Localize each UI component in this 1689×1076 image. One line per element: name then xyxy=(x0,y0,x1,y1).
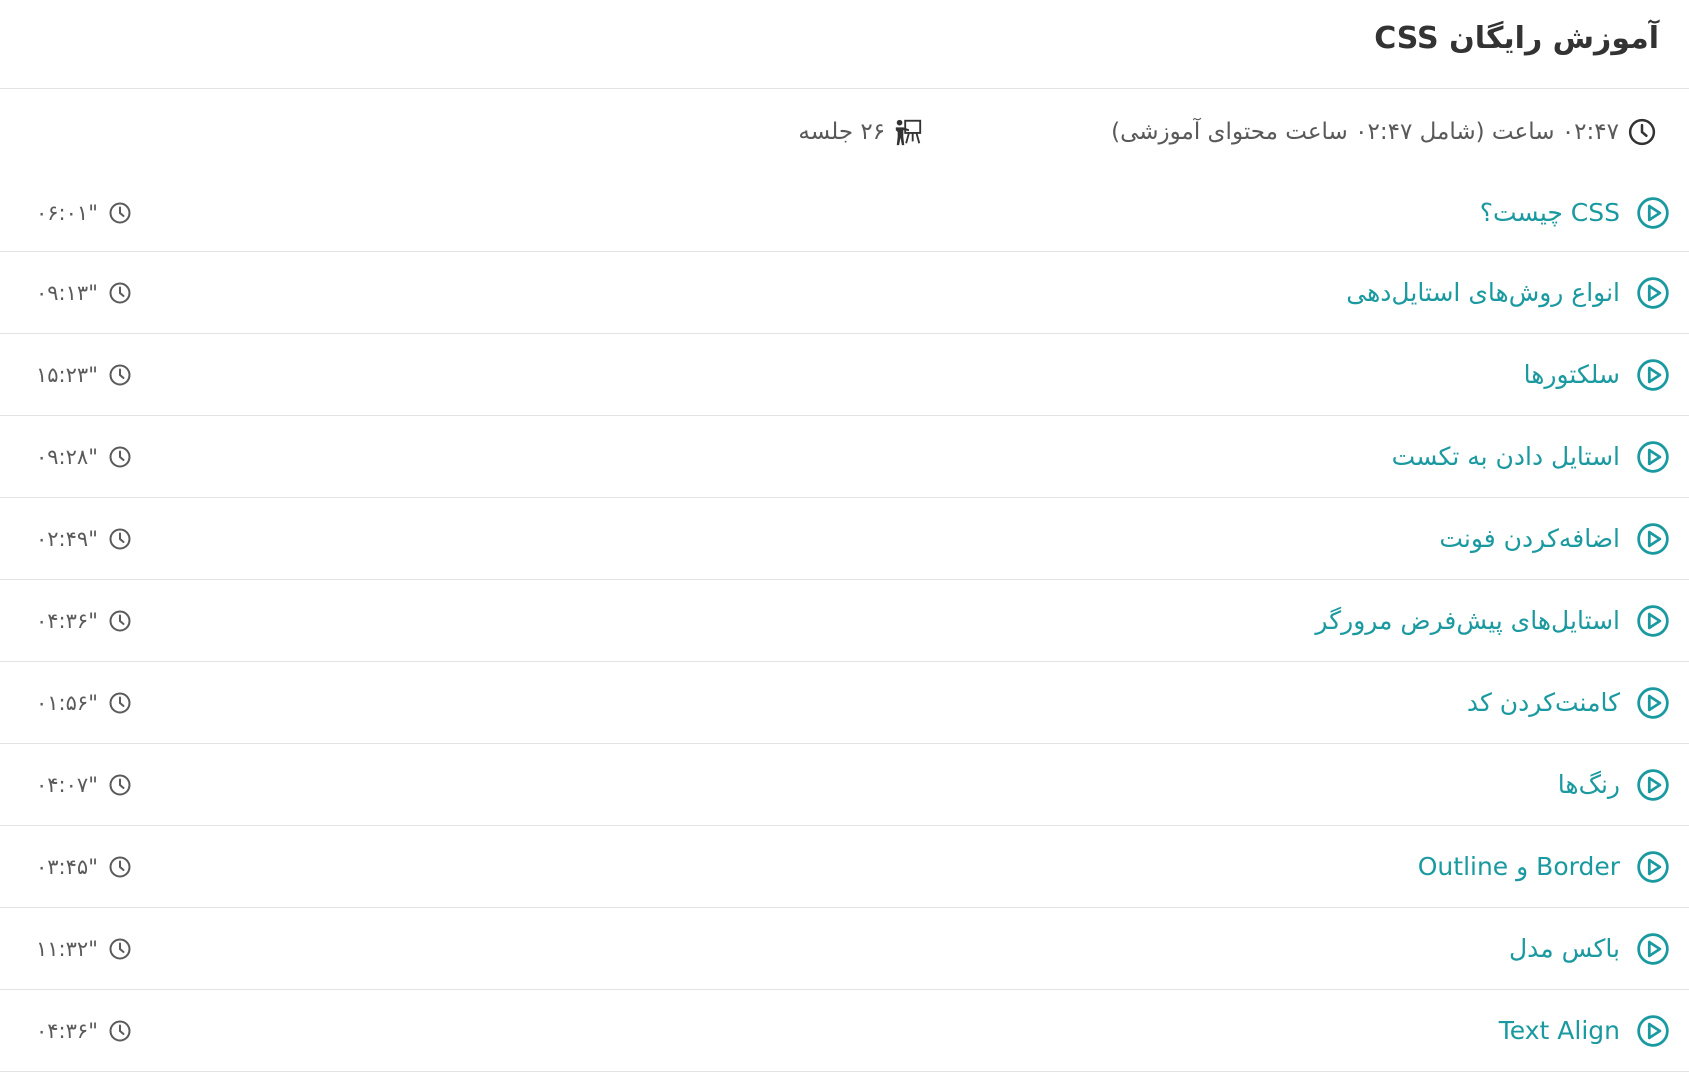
clock-icon xyxy=(108,937,132,961)
lesson-duration-text: ۰۶:۰۱" xyxy=(36,200,98,225)
lesson-item[interactable]: Border و Outline ۰۳:۴۵" xyxy=(0,826,1689,908)
lesson-duration: ۱۵:۲۳" xyxy=(36,363,132,387)
lesson-duration: ۱۱:۳۲" xyxy=(36,937,132,961)
clock-icon xyxy=(108,527,132,551)
lesson-title[interactable]: کامنت‌کردن کد xyxy=(1467,688,1620,717)
play-circle-icon[interactable] xyxy=(1636,768,1670,802)
lesson-item[interactable]: کامنت‌کردن کد ۰۱:۵۶" xyxy=(0,662,1689,744)
play-circle-icon[interactable] xyxy=(1636,686,1670,720)
lesson-title[interactable]: انواع روش‌های استایل‌دهی xyxy=(1346,278,1620,307)
lesson-title[interactable]: اضافه‌کردن فونت xyxy=(1439,524,1620,553)
lesson-duration-text: ۰۴:۳۶" xyxy=(36,608,98,633)
clock-icon xyxy=(108,363,132,387)
course-duration: ۰۲:۴۷ ساعت (شامل ۰۲:۴۷ ساعت محتوای آموزش… xyxy=(1111,117,1657,147)
lesson-item[interactable]: انواع روش‌های استایل‌دهی ۰۹:۱۳" xyxy=(0,252,1689,334)
lesson-item[interactable]: CSS چیست؟ ۰۶:۰۱" xyxy=(0,174,1689,252)
course-meta: ۰۲:۴۷ ساعت (شامل ۰۲:۴۷ ساعت محتوای آموزش… xyxy=(0,89,1689,174)
lesson-title[interactable]: رنگ‌ها xyxy=(1558,770,1620,799)
lesson-duration-text: ۰۴:۰۷" xyxy=(36,772,98,797)
lesson-duration: ۰۶:۰۱" xyxy=(36,201,132,225)
play-circle-icon[interactable] xyxy=(1636,932,1670,966)
clock-icon xyxy=(108,281,132,305)
play-circle-icon[interactable] xyxy=(1636,440,1670,474)
lesson-duration: ۰۱:۵۶" xyxy=(36,691,132,715)
clock-icon xyxy=(108,609,132,633)
lesson-duration: ۰۲:۴۹" xyxy=(36,527,132,551)
lesson-duration: ۰۹:۲۸" xyxy=(36,445,132,469)
lesson-duration-text: ۰۳:۴۵" xyxy=(36,854,98,879)
teacher-board-icon xyxy=(893,117,923,147)
play-circle-icon[interactable] xyxy=(1636,604,1670,638)
clock-icon xyxy=(108,201,132,225)
lesson-title[interactable]: استایل دادن به تکست xyxy=(1392,442,1620,471)
lesson-duration-text: ۱۱:۳۲" xyxy=(36,936,98,961)
play-circle-icon[interactable] xyxy=(1636,358,1670,392)
play-circle-icon[interactable] xyxy=(1636,1014,1670,1048)
lesson-duration-text: ۰۹:۲۸" xyxy=(36,444,98,469)
play-circle-icon[interactable] xyxy=(1636,276,1670,310)
clock-icon xyxy=(108,855,132,879)
lesson-duration-text: ۱۵:۲۳" xyxy=(36,362,98,387)
course-title: آموزش رایگان CSS xyxy=(1374,20,1659,56)
course-header: آموزش رایگان CSS xyxy=(0,0,1689,89)
lesson-title[interactable]: سلکتورها xyxy=(1524,360,1620,389)
course-curriculum: آموزش رایگان CSS ۰۲:۴۷ ساعت (شامل ۰۲:۴۷ … xyxy=(0,0,1689,1076)
lesson-duration: ۰۴:۰۷" xyxy=(36,773,132,797)
lesson-item[interactable]: باکس مدل ۱۱:۳۲" xyxy=(0,908,1689,990)
lesson-list: CSS چیست؟ ۰۶:۰۱" انواع روش‌های استایل‌ده… xyxy=(0,174,1689,1072)
lesson-duration-text: ۰۱:۵۶" xyxy=(36,690,98,715)
play-circle-icon[interactable] xyxy=(1636,522,1670,556)
play-circle-icon[interactable] xyxy=(1636,850,1670,884)
lesson-item[interactable]: اضافه‌کردن فونت ۰۲:۴۹" xyxy=(0,498,1689,580)
lesson-item[interactable]: استایل دادن به تکست ۰۹:۲۸" xyxy=(0,416,1689,498)
lesson-title[interactable]: Border و Outline xyxy=(1418,852,1620,881)
lesson-item[interactable]: رنگ‌ها ۰۴:۰۷" xyxy=(0,744,1689,826)
lesson-duration-text: ۰۴:۳۶" xyxy=(36,1018,98,1043)
lesson-duration-text: ۰۹:۱۳" xyxy=(36,280,98,305)
lesson-item[interactable]: استایل‌های پیش‌فرض مرورگر ۰۴:۳۶" xyxy=(0,580,1689,662)
lesson-title[interactable]: باکس مدل xyxy=(1509,934,1620,963)
clock-icon xyxy=(1627,117,1657,147)
lesson-duration: ۰۳:۴۵" xyxy=(36,855,132,879)
lesson-item[interactable]: Text Align ۰۴:۳۶" xyxy=(0,990,1689,1072)
lesson-duration: ۰۴:۳۶" xyxy=(36,1019,132,1043)
lesson-duration: ۰۴:۳۶" xyxy=(36,609,132,633)
clock-icon xyxy=(108,1019,132,1043)
course-sessions-text: ۲۶ جلسه xyxy=(798,118,886,145)
lesson-item[interactable]: سلکتورها ۱۵:۲۳" xyxy=(0,334,1689,416)
lesson-title[interactable]: Text Align xyxy=(1499,1016,1620,1045)
course-sessions: ۲۶ جلسه xyxy=(798,117,923,147)
clock-icon xyxy=(108,691,132,715)
play-circle-icon[interactable] xyxy=(1636,196,1670,230)
clock-icon xyxy=(108,445,132,469)
lesson-duration: ۰۹:۱۳" xyxy=(36,281,132,305)
course-duration-text: ۰۲:۴۷ ساعت (شامل ۰۲:۴۷ ساعت محتوای آموزش… xyxy=(1111,118,1619,145)
lesson-duration-text: ۰۲:۴۹" xyxy=(36,526,98,551)
lesson-title[interactable]: CSS چیست؟ xyxy=(1480,198,1620,227)
lesson-title[interactable]: استایل‌های پیش‌فرض مرورگر xyxy=(1315,606,1620,635)
clock-icon xyxy=(108,773,132,797)
